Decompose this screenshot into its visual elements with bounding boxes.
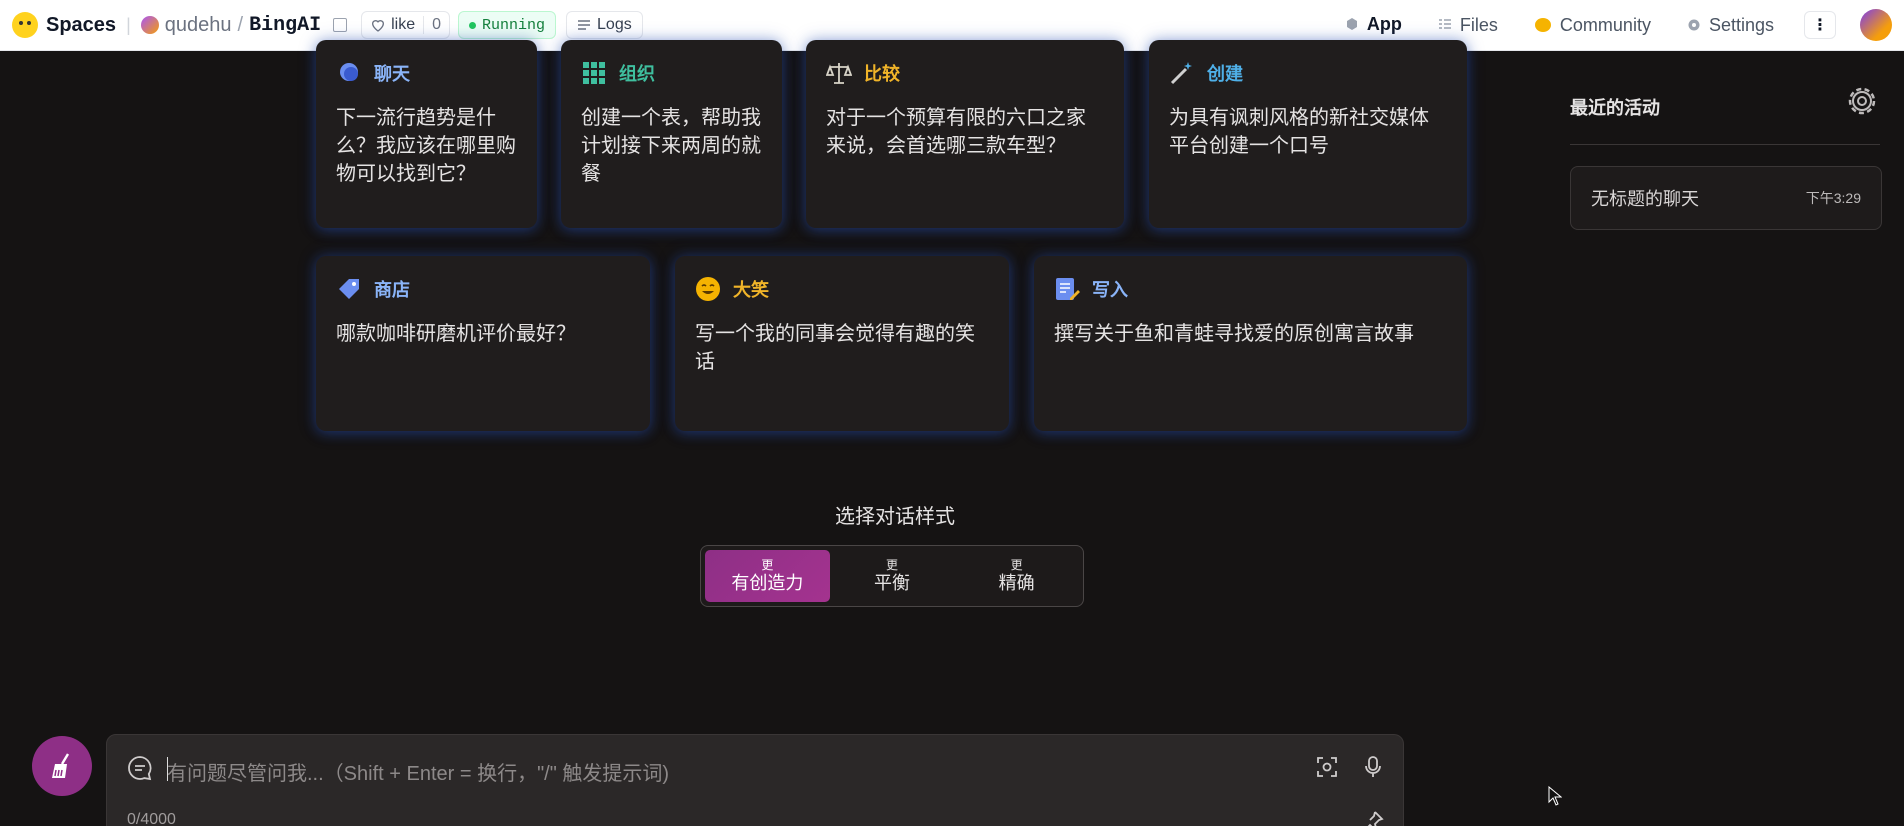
card-title: 组织 [619,64,655,84]
prompt-card-organize[interactable]: 组织 创建一个表，帮助我计划接下来两周的就餐 [561,40,782,228]
style-option-balanced[interactable]: 更 平衡 [830,550,955,602]
card-title: 聊天 [374,64,410,84]
status-badge[interactable]: Running [458,11,557,39]
conversation-style-selector: 更 有创造力 更 平衡 更 精确 [700,545,1084,607]
scales-icon [826,60,852,86]
grid-icon [581,60,607,86]
copy-icon[interactable] [333,18,348,32]
status-dot-icon [469,21,476,29]
card-text: 创建一个表，帮助我计划接下来两周的就餐 [581,107,761,185]
like-count: 0 [423,16,449,34]
note-icon [1054,276,1080,302]
status-label: Running [482,16,546,34]
style-name: 有创造力 [731,573,804,593]
logs-label: Logs [597,16,632,33]
tab-settings[interactable]: Settings [1669,0,1792,51]
brand-separator: | [126,14,131,35]
chat-icon [128,756,152,781]
gear-icon [1688,19,1700,31]
files-icon [1438,19,1451,29]
card-title: 大笑 [733,280,769,300]
like-label: like [391,16,416,33]
style-option-creative[interactable]: 更 有创造力 [705,550,830,602]
tab-settings-label: Settings [1708,14,1774,35]
style-option-precise[interactable]: 更 精确 [954,550,1079,602]
owner-avatar [140,16,159,34]
broom-icon [52,753,70,778]
card-title: 比较 [864,64,900,84]
cube-icon [1346,18,1357,30]
new-topic-button[interactable] [32,736,92,796]
card-title: 商店 [374,280,410,300]
style-name: 精确 [998,573,1035,593]
prompt-card-shop[interactable]: 商店 哪款咖啡研磨机评价最好？ [316,256,650,431]
community-icon [1534,18,1551,32]
logs-button[interactable]: Logs [566,11,643,39]
card-text: 撰写关于鱼和青蛙寻找爱的原创寓言故事 [1054,323,1414,345]
card-text: 对于一个预算有限的六口之家来说，会首选哪三款车型？ [826,107,1086,157]
style-more-label: 更 [1010,558,1023,572]
tab-community[interactable]: Community [1516,0,1669,51]
heart-icon [372,20,385,32]
chat-time: 下午3:29 [1805,190,1861,206]
magic-wand-icon [1169,60,1195,86]
chat-title: 无标题的聊天 [1591,189,1699,209]
prompt-card-compare[interactable]: 比较 对于一个预算有限的六口之家来说，会首选哪三款车型？ [806,40,1124,228]
card-title: 写入 [1092,280,1128,300]
brand-label: Spaces [46,13,117,36]
prompt-card-chat[interactable]: 聊天 下一流行趋势是什么？我应该在哪里购物可以找到它？ [316,40,537,228]
logs-icon [578,20,591,30]
repo-owner-link[interactable]: qudehu [165,14,232,37]
user-avatar[interactable] [1860,9,1892,41]
huggingface-logo-icon [12,12,38,38]
card-text: 为具有讽刺风格的新社交媒体平台创建一个口号 [1169,107,1429,157]
style-more-label: 更 [886,558,899,572]
settings-gear-icon[interactable] [1844,83,1880,119]
kebab-icon: ⋮ [1812,17,1828,34]
chat-input-placeholder: 有问题尽管问我...（Shift + Enter = 换行，"/" 触发提示词) [167,763,670,785]
chat-bubble-icon [336,60,362,86]
microphone-icon[interactable] [1361,755,1385,779]
tab-files-label: Files [1459,14,1498,35]
card-text: 哪款咖啡研磨机评价最好？ [336,323,576,345]
pin-icon[interactable] [1361,809,1385,826]
card-text: 下一流行趋势是什么？我应该在哪里购物可以找到它？ [336,107,516,185]
prompt-card-create[interactable]: 创建 为具有讽刺风格的新社交媒体平台创建一个口号 [1149,40,1467,228]
tab-app-label: App [1366,13,1402,34]
image-search-icon[interactable] [1315,755,1339,779]
recent-activity-title: 最近的活动 [1570,98,1660,118]
prompt-card-laugh[interactable]: 大笑 写一个我的同事会觉得有趣的笑话 [675,256,1009,431]
text-caret [167,757,168,781]
conversation-style-label: 选择对话样式 [835,506,955,528]
smile-icon [695,276,721,302]
tag-icon [336,276,362,302]
style-name: 平衡 [874,573,910,593]
tab-community-label: Community [1559,14,1651,35]
style-more-label: 更 [761,558,774,572]
chat-input-box[interactable]: 有问题尽管问我...（Shift + Enter = 换行，"/" 触发提示词)… [106,734,1404,826]
recent-chat-item[interactable]: 无标题的聊天 下午3:29 [1570,166,1882,230]
card-text: 写一个我的同事会觉得有趣的笑话 [695,323,975,373]
breadcrumb-slash: / [237,13,244,36]
repo-name-link[interactable]: BingAI [249,14,321,37]
prompt-card-write[interactable]: 写入 撰写关于鱼和青蛙寻找爱的原创寓言故事 [1034,256,1467,431]
char-counter: 0/4000 [127,811,176,826]
repo-breadcrumb: qudehu / BingAI [140,13,348,37]
sidebar-divider [1570,144,1880,145]
like-button[interactable]: like 0 [361,11,450,39]
more-options-button[interactable]: ⋮ [1804,11,1836,39]
mouse-cursor-icon [1548,786,1562,806]
spaces-brand[interactable]: Spaces [12,12,116,38]
card-title: 创建 [1207,64,1243,84]
